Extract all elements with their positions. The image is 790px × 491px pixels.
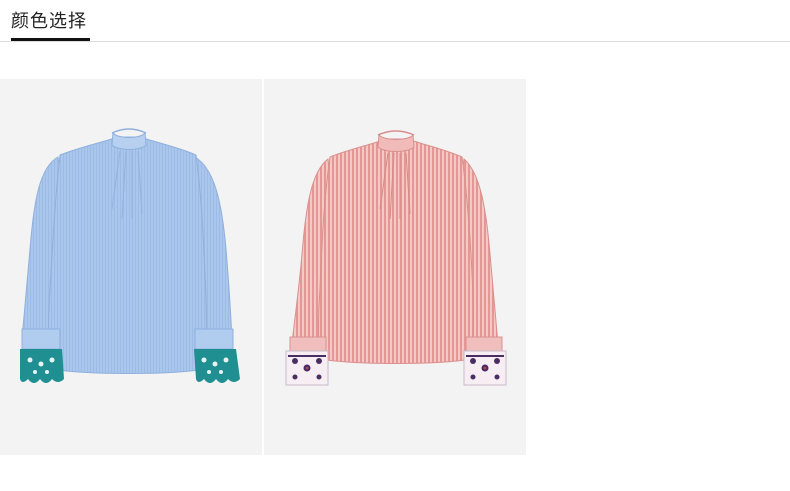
blue-blouse-image bbox=[20, 128, 240, 383]
color-option-blue[interactable] bbox=[0, 79, 262, 455]
section-header: 颜色选择 bbox=[0, 0, 790, 42]
color-option-pink[interactable] bbox=[264, 79, 526, 455]
header-divider bbox=[0, 41, 790, 42]
section-title: 颜色选择 bbox=[11, 11, 87, 32]
pink-striped-blouse-image bbox=[285, 130, 507, 386]
